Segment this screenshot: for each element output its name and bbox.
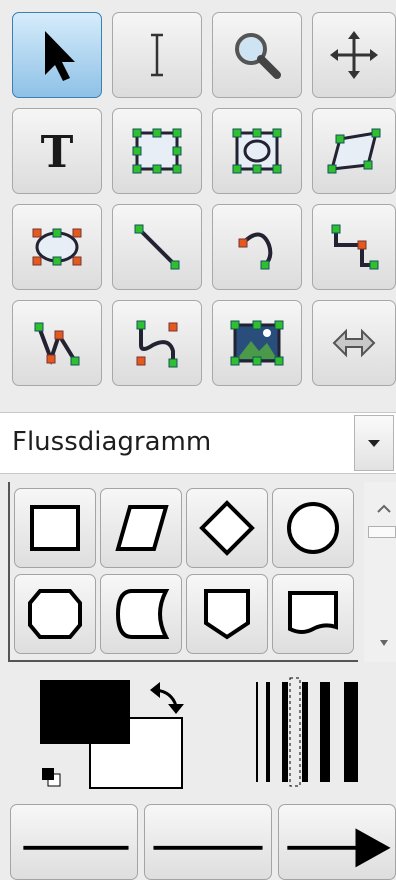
move-tool-button[interactable] (312, 12, 396, 98)
reset-colors-icon (42, 768, 61, 787)
line-width-selector[interactable] (250, 676, 364, 788)
bezier-tool-button[interactable] (112, 300, 202, 386)
parallelogram-tool-icon (327, 128, 381, 174)
shapes-scrollbar[interactable] (364, 482, 396, 662)
process-box-icon (30, 505, 80, 551)
image-tool-icon (230, 320, 284, 366)
rectangle-tool-button[interactable] (112, 108, 202, 194)
arc-tool-button[interactable] (212, 204, 302, 290)
line-end-style-button[interactable] (278, 804, 396, 880)
data-shape-button[interactable] (100, 488, 182, 568)
rectangle-tool-icon (132, 128, 182, 174)
connector-tool-button[interactable] (312, 204, 396, 290)
move-arrows-icon (330, 31, 378, 79)
parallelogram-tool-button[interactable] (312, 108, 396, 194)
offpage-shape-button[interactable] (186, 574, 268, 654)
foreground-color-button[interactable] (40, 680, 130, 744)
polyline-tool-button[interactable] (12, 300, 102, 386)
decision-shape-button[interactable] (186, 488, 268, 568)
ellipse-tool-icon (32, 228, 82, 266)
outline-arrow-icon (332, 328, 376, 358)
data-parallelogram-icon (115, 505, 169, 551)
pointer-tool-button[interactable] (12, 12, 102, 98)
line-start-plain-icon (23, 845, 129, 850)
scroll-arrows-icon (377, 504, 391, 646)
process-shape-button[interactable] (14, 488, 96, 568)
document-shape-icon (288, 591, 338, 634)
document-shape-button[interactable] (272, 574, 354, 654)
svg-text:T: T (41, 127, 74, 178)
sheet-selector-value: Flussdiagramm (12, 427, 212, 457)
arc-tool-icon (238, 232, 273, 270)
magnifier-zoom-icon (235, 33, 281, 79)
image-tool-button[interactable] (212, 300, 302, 386)
text-tool-button[interactable]: T (12, 108, 102, 194)
preparation-shape-button[interactable] (14, 574, 96, 654)
text-tool-icon: T (41, 127, 74, 178)
zoom-tool-button[interactable] (212, 12, 302, 98)
preparation-hexagon-icon (28, 589, 82, 639)
ellipse-rect-tool-button[interactable] (212, 108, 302, 194)
scroll-thumb[interactable] (368, 526, 396, 538)
background-color-button[interactable] (130, 718, 182, 788)
line-tool-button[interactable] (112, 204, 202, 290)
arrow-pointer-icon (45, 31, 75, 81)
orthogonal-connector-icon (331, 224, 379, 270)
line-style-plain-icon (153, 845, 263, 850)
stored-data-icon (115, 589, 170, 639)
offpage-reference-icon (204, 589, 250, 640)
swap-colors-button[interactable] (148, 680, 186, 716)
connector-shape-button[interactable] (272, 488, 354, 568)
sheet-selector[interactable]: Flussdiagramm (0, 412, 396, 474)
chevron-down-icon (368, 440, 380, 447)
text-cursor-icon (151, 33, 163, 77)
bezier-curve-icon (136, 320, 178, 368)
text-select-tool-button[interactable] (112, 12, 202, 98)
line-tool-icon (134, 224, 180, 270)
stored-data-shape-button[interactable] (100, 574, 182, 654)
sheet-selector-dropdown-button[interactable] (354, 415, 394, 471)
decision-diamond-icon (199, 500, 255, 556)
connector-circle-icon (287, 502, 339, 554)
line-end-arrow-icon (287, 828, 391, 868)
outline-arrow-tool-button[interactable] (312, 300, 396, 386)
line-style-button[interactable] (144, 804, 272, 880)
ellipse-in-rect-tool-icon (232, 128, 282, 174)
ellipse-tool-button[interactable] (12, 204, 102, 290)
polyline-tool-icon (34, 322, 80, 366)
line-start-style-button[interactable] (10, 804, 138, 880)
